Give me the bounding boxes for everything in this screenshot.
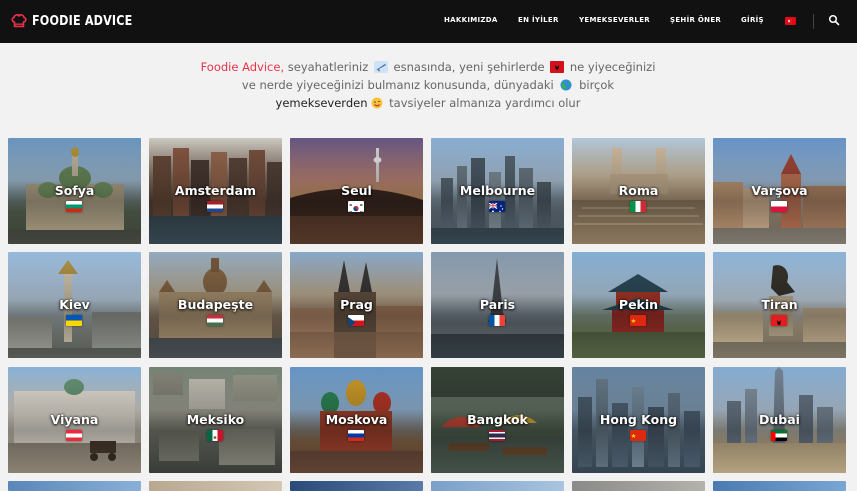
city-card-partial[interactable] [713,481,846,491]
nav-item-suggest-city[interactable]: ŞEHİR ÖNER [670,16,721,24]
city-card-moskova[interactable]: Moskova [290,367,423,473]
city-card-dubai[interactable]: Dubai [713,367,846,473]
city-photo [431,481,564,491]
flag-albania-icon [771,315,787,326]
city-name: Melbourne [459,183,536,198]
airplane-icon [373,61,388,73]
flag-russia-icon [348,430,364,441]
intro-brand[interactable]: Foodie Advice, [201,60,285,74]
city-name: Kiev [59,297,90,312]
city-card-partial[interactable] [8,481,141,491]
brand-logo[interactable]: FOODIE ADVICE [10,12,149,30]
city-name: Viyana [50,412,99,427]
city-name: Dubai [759,412,800,427]
flag-czech-republic-icon [348,315,364,326]
nav-divider [813,14,814,29]
city-card-prag[interactable]: Prag [290,252,423,358]
search-icon[interactable] [828,14,840,26]
city-name: Paris [479,297,516,312]
city-card-amsterdam[interactable]: Amsterdam [149,138,282,244]
intro-part: birçok [575,78,615,92]
city-card-meksiko[interactable]: Meksiko [149,367,282,473]
city-name: Sofya [54,183,95,198]
city-card-paris[interactable]: Paris [431,252,564,358]
city-name: Pekin [618,297,659,312]
city-card-roma[interactable]: Roma [572,138,705,244]
city-card-viyana[interactable]: Viyana [8,367,141,473]
city-photo [149,481,282,491]
city-name: Varşova [751,183,808,198]
flag-italy-icon [630,201,646,212]
flag-turkey-icon[interactable] [785,17,796,25]
flag-china-icon [630,315,646,326]
flag-thailand-icon [489,430,505,441]
flag-netherlands-icon [207,201,223,212]
city-card-partial[interactable] [431,481,564,491]
city-card-seul[interactable]: Seul [290,138,423,244]
nav-item-login[interactable]: GİRİŞ [741,16,764,24]
nav-item-about[interactable]: HAKKIMIZDA [444,16,498,24]
city-name: Budapeşte [177,297,254,312]
intro-foodies-link[interactable]: yemekseverden [276,96,368,110]
chef-hat-icon [11,13,27,28]
city-name: Prag [340,297,373,312]
city-name: Amsterdam [174,183,257,198]
globe-icon [560,79,572,91]
city-name: Hong Kong [599,412,678,427]
city-name: Meksiko [186,412,245,427]
city-name: Roma [618,183,659,198]
city-card-hong-kong[interactable]: Hong Kong [572,367,705,473]
flag-uae-icon [771,430,787,441]
flag-china-icon [630,430,646,441]
flag-poland-icon [771,201,787,212]
city-card-varsova[interactable]: Varşova [713,138,846,244]
intro-part: tavsiyeler almanıza yardımcı olur [385,96,581,110]
intro-part: esnasında, yeni şehirlerde [389,60,549,74]
brand-name: FOODIE ADVICE [32,13,133,29]
city-card-partial[interactable] [290,481,423,491]
city-card-bangkok[interactable]: Bangkok [431,367,564,473]
city-card-partial[interactable] [572,481,705,491]
flag-australia-icon [489,201,505,212]
city-name: Moskova [325,412,388,427]
flag-hungary-icon [207,315,223,326]
intro-part: seyahatleriniz [284,60,372,74]
flag-mexico-icon [207,430,223,441]
city-name: Bangkok [467,412,528,427]
yum-face-icon [371,97,382,109]
city-card-melbourne[interactable]: Melbourne [431,138,564,244]
flag-ukraine-icon [66,315,82,326]
city-name: Seul [341,183,372,198]
top-navbar: FOODIE ADVICE HAKKIMIZDA EN İYİLER YEMEK… [0,0,857,43]
city-card-budapeste[interactable]: Budapeşte [149,252,282,358]
city-card-sofya[interactable]: Sofya [8,138,141,244]
flag-bulgaria-icon [66,201,82,212]
city-photo [572,481,705,491]
city-card-partial[interactable] [149,481,282,491]
flag-austria-icon [66,430,82,441]
city-name: Tiran [761,297,798,312]
flag-france-icon [489,315,505,326]
flag-albania-icon [550,61,565,73]
nav-item-best[interactable]: EN İYİLER [518,16,559,24]
nav-item-foodies[interactable]: YEMEKSEVERLER [579,16,650,24]
city-photo [713,481,846,491]
intro-text: Foodie Advice, seyahatleriniz esnasında,… [200,58,656,112]
city-photo [290,481,423,491]
flag-south-korea-icon [348,201,364,212]
city-card-tiran[interactable]: Tiran [713,252,846,358]
city-card-kiev[interactable]: Kiev [8,252,141,358]
city-card-pekin[interactable]: Pekin [572,252,705,358]
city-photo [8,481,141,491]
